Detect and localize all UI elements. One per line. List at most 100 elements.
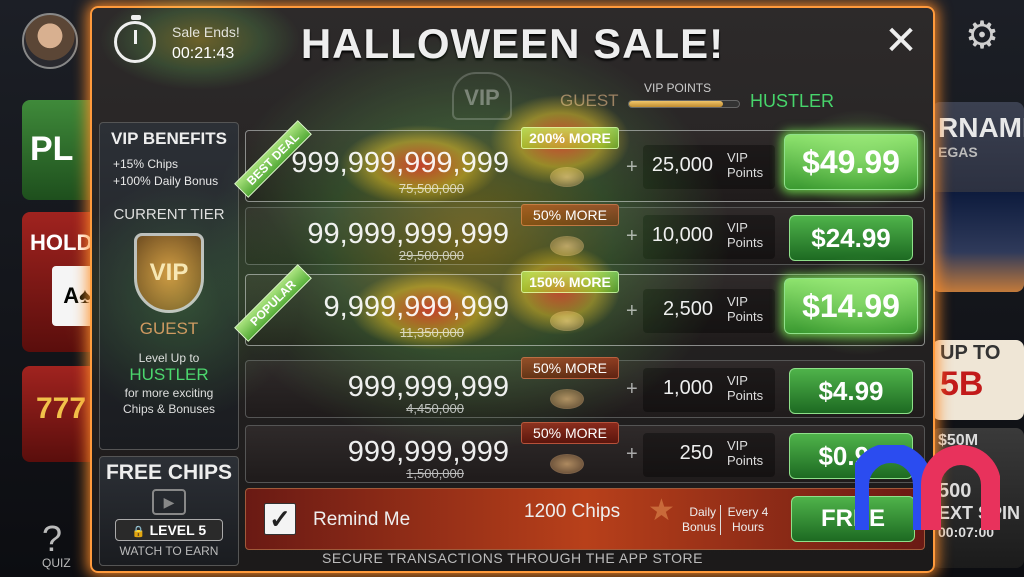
play-tile-label: PL [30, 130, 74, 168]
gear-icon[interactable]: ⚙ [962, 16, 1002, 56]
vip-points-unit-2: Points [727, 388, 764, 403]
vip-points-amount: 2,500 [662, 298, 713, 320]
daily-line-2: Bonus [681, 520, 716, 534]
player-avatar[interactable] [22, 13, 78, 69]
vip-next-tier: HUSTLER [750, 91, 835, 111]
buy-button[interactable]: $4.99 [789, 368, 913, 414]
offer-bonus-tag: 50% MORE [521, 357, 619, 379]
vip-points-amount: 250 [679, 442, 713, 464]
offer-row: 99,999,999,999 29,500,000 50% MORE +10,000 V… [245, 204, 925, 265]
tournament-label: RNAMENT [938, 112, 1024, 143]
vip-points-unit-1: VIP [727, 294, 748, 309]
holdem-tile-label: HOLD [30, 230, 93, 255]
vip-points-unit-2: Points [727, 453, 764, 468]
level-label: LEVEL 5 [149, 522, 207, 538]
offer-row: BEST DEAL 999,999,999,999 75,500,000 200% M… [234, 120, 925, 202]
level-up-text-1: for more exciting [124, 386, 214, 400]
free-chips-title: FREE CHIPS [105, 461, 233, 484]
vip-points-unit: VIP Points [727, 294, 763, 324]
plus-icon: + [626, 300, 638, 322]
every-line-2: Hours [731, 520, 764, 534]
vip-points-box: 10,000 VIP Points [643, 215, 775, 259]
vip-points-label: VIP POINTS [644, 81, 712, 95]
offer-chips-amount: 99,999,999,999 [307, 218, 509, 250]
buy-button[interactable]: $14.99 [784, 278, 918, 334]
vip-points-unit-1: VIP [727, 438, 748, 453]
remind-me-label: Remind Me [313, 509, 411, 530]
offer-bonus-tag: 150% MORE [521, 271, 619, 293]
vip-points-box: 2,500 VIP Points [643, 289, 775, 333]
free-chips-amount: 1200 Chips [524, 501, 621, 522]
current-tier-label: CURRENT TIER [113, 206, 225, 223]
watermark-logo [855, 445, 1000, 530]
video-icon: ▶ [152, 489, 186, 515]
offer-chips-amount: 9,999,999,999 [323, 291, 509, 323]
vip-benefits-title: VIP BENEFITS [111, 129, 227, 148]
level-up-prefix: Level Up to [138, 351, 200, 365]
star-icon: ★ [648, 494, 675, 527]
offer-chips-amount: 999,999,999 [347, 436, 509, 468]
vip-points-amount: 1,000 [662, 377, 713, 399]
upto-value: 5B [940, 365, 984, 403]
benefit-line: +15% Chips [113, 157, 179, 171]
offer-ribbon: POPULAR [234, 264, 312, 342]
vip-points-unit-1: VIP [727, 373, 748, 388]
offer-old-amount: 29,500,000 [398, 248, 464, 263]
halloween-sale-dialog: Sale Ends! 00:21:43 HALLOWEEN SALE! ✕ VI… [90, 6, 935, 573]
quiz-label: QUIZ [42, 556, 71, 570]
vip-points-unit: VIP Points [727, 150, 763, 180]
vip-points-amount: 25,000 [651, 154, 713, 176]
vip-points-unit: VIP Points [727, 438, 763, 468]
offer-bonus-tag: 50% MORE [521, 422, 619, 444]
offer-old-amount: 75,500,000 [398, 181, 464, 196]
offer-old-amount: 11,350,000 [399, 325, 464, 340]
dialog-title: HALLOWEEN SALE! [300, 20, 725, 67]
plus-icon: + [626, 225, 638, 247]
current-tier-name: GUEST [139, 319, 199, 338]
plus-icon: + [626, 156, 638, 178]
coin-stack-icon [550, 454, 584, 474]
buy-button[interactable]: $49.99 [784, 134, 918, 190]
level-up-tier: HUSTLER [129, 365, 209, 384]
tournament-tile[interactable]: RNAMENT EGAS [932, 102, 1024, 292]
offer-chips-amount: 999,999,999 [347, 371, 509, 403]
vip-shield-icon: VIP [134, 233, 204, 313]
vip-badge-icon: VIP [452, 72, 512, 120]
offer-row: 999,999,999 4,450,000 50% MORE +1,000 VIP Poi… [245, 357, 925, 418]
city-image [932, 192, 1024, 292]
plus-icon: + [626, 378, 638, 400]
close-icon[interactable]: ✕ [883, 21, 919, 61]
vip-current-tier: GUEST [560, 91, 619, 110]
vip-points-unit: VIP Points [727, 373, 763, 403]
vip-points-unit-2: Points [727, 235, 764, 250]
offer-row: 999,999,999 1,500,000 50% MORE +250 VIP Point… [245, 422, 925, 483]
benefit-line: +100% Daily Bonus [113, 174, 219, 188]
upto-label: UP TO [940, 342, 1001, 364]
vip-points-unit-1: VIP [727, 150, 748, 165]
daily-line-1: Daily [689, 505, 716, 519]
quiz-button[interactable]: ? QUIZ [42, 518, 92, 570]
vip-benefits-panel: VIP BENEFITS +15% Chips +100% Daily Bonu… [99, 122, 239, 450]
upto-tile[interactable]: UP TO 5B [932, 340, 1024, 420]
divider [720, 505, 721, 535]
remind-me-bar: ✓ Remind Me 1200 Chips ★ Daily Bonus Ever… [245, 488, 925, 550]
vip-progress-bar [628, 100, 740, 108]
coin-stack-icon [550, 311, 584, 331]
vip-points-unit-2: Points [727, 309, 764, 324]
plus-icon: + [626, 443, 638, 465]
checkbox-icon[interactable]: ✓ [264, 503, 296, 535]
level-up-text-2: Chips & Bonuses [122, 402, 216, 416]
offer-old-amount: 1,500,000 [406, 466, 464, 481]
coin-stack-icon [550, 389, 584, 409]
buy-button[interactable]: $24.99 [789, 215, 913, 261]
offer-bonus-tag: 200% MORE [521, 127, 619, 149]
vip-points-unit-2: Points [727, 165, 764, 180]
offer-bonus-tag: 50% MORE [521, 204, 619, 226]
daily-bonus-label: Daily Bonus [676, 505, 716, 535]
vip-points-amount: 10,000 [651, 224, 713, 246]
offer-chips-amount: 999,999,999,999 [291, 147, 509, 179]
coin-stack-icon [550, 167, 584, 187]
level-lock-pill: 🔒 LEVEL 5 [115, 519, 223, 541]
vip-points-box: 1,000 VIP Points [643, 368, 775, 412]
vip-progress-fill [629, 101, 723, 107]
